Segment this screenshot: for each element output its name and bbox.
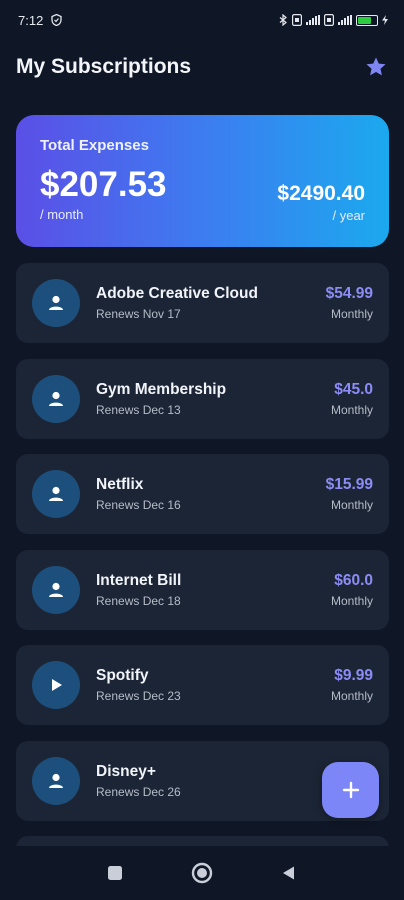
subscription-renewal: Renews Dec 23	[96, 689, 181, 704]
subscription-renewal: Renews Dec 13	[96, 402, 181, 417]
subscription-name: Gym Membership	[96, 380, 227, 398]
subscription-price: $9.99	[334, 667, 373, 685]
add-subscription-button[interactable]	[322, 762, 379, 818]
subscription-card-internet[interactable]: Internet Bill Renews Dec 18 $60.0 Monthl…	[16, 549, 389, 630]
subscription-list: Adobe Creative Cloud Renews Nov 17 $54.9…	[16, 263, 389, 837]
subscription-price: $15.99	[325, 476, 373, 494]
subscription-price: $54.99	[325, 285, 373, 302]
subscription-price: $60.0	[334, 571, 373, 589]
home-icon[interactable]	[191, 862, 213, 884]
status-bar: 7:12	[0, 0, 404, 40]
subscription-cycle: Monthly	[330, 307, 373, 321]
total-expenses-card: Total Expenses $207.53 / month $2490.40 …	[16, 115, 389, 247]
subscription-cycle: Monthly	[330, 402, 373, 417]
bluetooth-icon	[279, 14, 287, 26]
subscription-name: Adobe Creative Cloud	[96, 285, 258, 302]
subscription-name: Spotify	[96, 667, 149, 685]
subscription-cycle: Monthly	[330, 593, 373, 608]
yearly-amount: $2490.40	[277, 182, 365, 205]
subscription-cycle: Monthly	[330, 498, 373, 513]
signal-icon	[306, 15, 320, 25]
yearly-unit: / year	[332, 208, 365, 223]
sim-icon-2	[324, 14, 334, 26]
subscription-renewal: Renews Nov 17	[96, 307, 181, 321]
monthly-unit: / month	[40, 207, 84, 222]
person-icon	[32, 470, 80, 519]
charging-icon	[382, 15, 388, 25]
subscription-name: Internet Bill	[96, 571, 182, 589]
play-icon	[32, 661, 80, 710]
signal-icon-2	[338, 15, 352, 25]
system-nav-bar	[0, 846, 404, 900]
subscription-card-adobe[interactable]: Adobe Creative Cloud Renews Nov 17 $54.9…	[16, 263, 389, 343]
person-icon	[32, 279, 80, 327]
person-icon	[32, 374, 80, 423]
subscription-renewal: Renews Dec 26	[96, 784, 181, 799]
sim-icon	[292, 14, 302, 26]
person-icon	[32, 565, 80, 614]
plus-icon	[342, 781, 359, 799]
back-icon[interactable]	[281, 865, 297, 881]
subscription-name: Disney+	[96, 762, 156, 780]
person-icon	[32, 756, 80, 805]
total-expenses-label: Total Expenses	[40, 137, 149, 154]
subscription-cycle: Monthly	[330, 689, 373, 704]
star-icon[interactable]	[364, 55, 388, 79]
shield-icon	[51, 14, 62, 26]
subscription-card-netflix[interactable]: Netflix Renews Dec 16 $15.99 Monthly	[16, 454, 389, 535]
subscription-name: Netflix	[96, 476, 144, 494]
subscription-card-spotify[interactable]: Spotify Renews Dec 23 $9.99 Monthly	[16, 645, 389, 726]
battery-icon	[356, 14, 378, 26]
subscription-renewal: Renews Dec 18	[96, 593, 181, 608]
subscription-card-gym[interactable]: Gym Membership Renews Dec 13 $45.0 Month…	[16, 358, 389, 439]
header: My Subscriptions	[16, 52, 388, 82]
monthly-amount: $207.53	[40, 165, 167, 204]
subscription-price: $45.0	[334, 380, 373, 398]
status-time: 7:12	[18, 12, 44, 28]
page-title: My Subscriptions	[16, 55, 192, 78]
recents-icon[interactable]	[107, 865, 123, 881]
subscription-renewal: Renews Dec 16	[96, 498, 181, 513]
